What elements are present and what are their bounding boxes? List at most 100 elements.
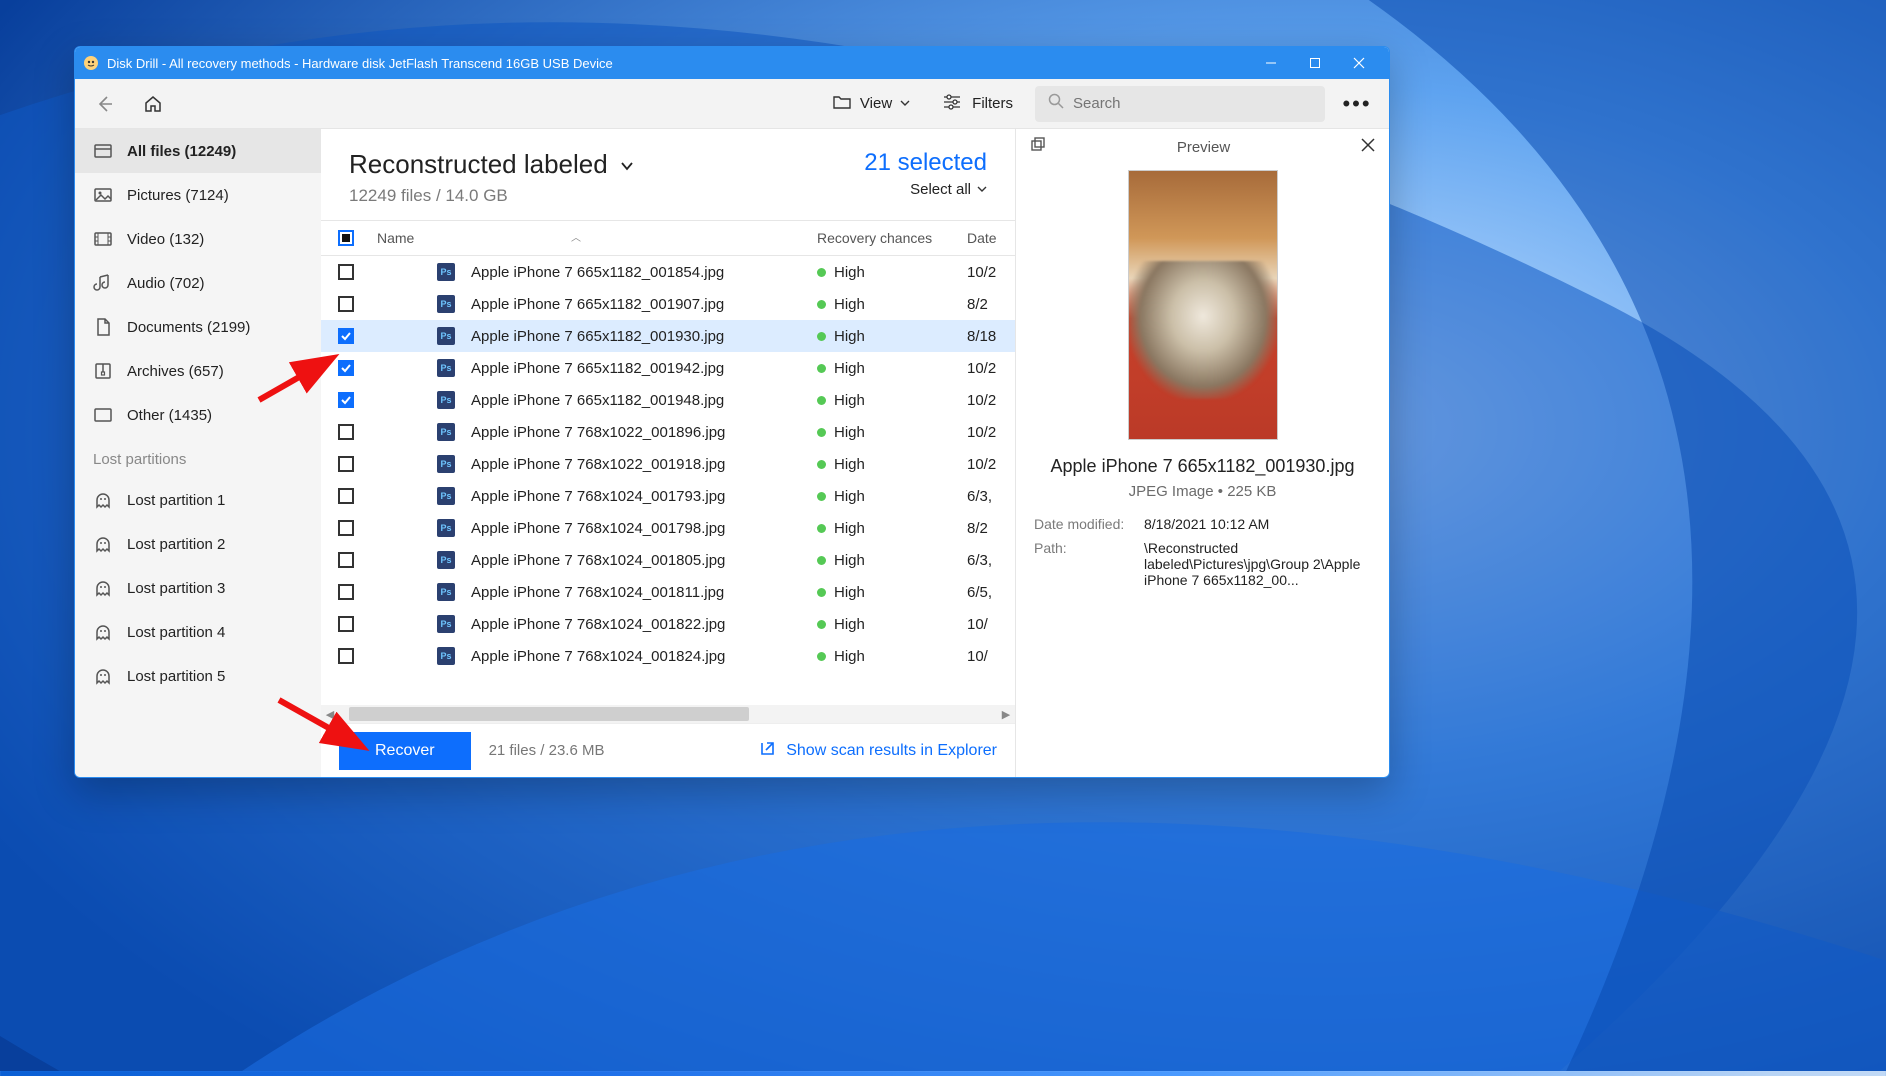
documents-icon [93,317,113,337]
back-button[interactable] [87,86,123,122]
column-recovery-header[interactable]: Recovery chances [817,230,967,246]
file-name: Apple iPhone 7 768x1024_001805.jpg [471,552,725,569]
ps-file-icon: Ps [437,487,455,505]
sidebar-lost-partition[interactable]: Lost partition 2 [75,522,321,566]
filters-button[interactable]: Filters [932,87,1023,121]
file-row[interactable]: PsApple iPhone 7 768x1024_001811.jpgHigh… [321,576,1015,608]
recovery-chance: High [834,296,865,313]
column-date-header[interactable]: Date [967,230,1015,246]
app-icon [83,55,99,71]
file-date: 8/18 [967,328,1015,345]
status-dot-icon [817,556,826,565]
row-checkbox[interactable] [338,488,354,504]
sidebar-item-video[interactable]: Video (132) [75,217,321,261]
horizontal-scrollbar[interactable]: ◀ ▶ [321,705,1015,723]
file-row[interactable]: PsApple iPhone 7 768x1022_001918.jpgHigh… [321,448,1015,480]
sidebar-item-all[interactable]: All files (12249) [75,129,321,173]
file-name: Apple iPhone 7 768x1022_001918.jpg [471,456,725,473]
file-name: Apple iPhone 7 768x1024_001824.jpg [471,648,725,665]
date-modified-value: 8/18/2021 10:12 AM [1144,516,1371,532]
sidebar-item-label: Lost partition 4 [127,624,225,641]
status-dot-icon [817,492,826,501]
file-row[interactable]: PsApple iPhone 7 665x1182_001942.jpgHigh… [321,352,1015,384]
preview-title: Preview [1046,139,1361,156]
ps-file-icon: Ps [437,263,455,281]
chevron-down-icon [977,181,987,198]
search-input[interactable] [1073,95,1313,112]
recovery-chance: High [834,328,865,345]
show-in-explorer-link[interactable]: Show scan results in Explorer [758,739,997,762]
ps-file-icon: Ps [437,551,455,569]
scroll-right-icon[interactable]: ▶ [997,708,1015,721]
row-checkbox[interactable] [338,424,354,440]
select-all-button[interactable]: Select all [864,181,987,198]
file-row[interactable]: PsApple iPhone 7 768x1024_001822.jpgHigh… [321,608,1015,640]
row-checkbox[interactable] [338,296,354,312]
ps-file-icon: Ps [437,295,455,313]
maximize-button[interactable] [1293,47,1337,79]
file-row[interactable]: PsApple iPhone 7 768x1024_001805.jpgHigh… [321,544,1015,576]
search-box[interactable] [1035,86,1325,122]
recovery-chance: High [834,488,865,505]
app-window: Disk Drill - All recovery methods - Hard… [74,46,1390,778]
file-date: 6/3, [967,488,1015,505]
file-row[interactable]: PsApple iPhone 7 768x1022_001896.jpgHigh… [321,416,1015,448]
status-dot-icon [817,300,826,309]
file-date: 10/ [967,616,1015,633]
row-checkbox[interactable] [338,520,354,536]
popout-icon[interactable] [1030,137,1046,158]
recovery-chance: High [834,648,865,665]
sidebar-lost-partition[interactable]: Lost partition 3 [75,566,321,610]
file-row[interactable]: Ps Apple iPhone 7 768x1024_001793.jpg High… [321,480,1015,512]
group-title-dropdown[interactable]: Reconstructed labeled [349,149,864,180]
chevron-down-icon [620,149,634,180]
home-button[interactable] [135,86,171,122]
file-name: Apple iPhone 7 768x1024_001793.jpg [471,488,725,505]
file-row[interactable]: PsApple iPhone 7 665x1182_001907.jpgHigh… [321,288,1015,320]
file-name: Apple iPhone 7 768x1024_001811.jpg [471,584,724,601]
sidebar-lost-partition[interactable]: Lost partition 4 [75,610,321,654]
row-checkbox[interactable] [338,552,354,568]
row-checkbox[interactable] [338,616,354,632]
row-checkbox[interactable] [338,584,354,600]
more-menu-button[interactable]: ••• [1337,91,1377,117]
minimize-button[interactable] [1249,47,1293,79]
row-checkbox[interactable] [338,264,354,280]
column-name-header[interactable]: Name︿ [371,230,817,246]
view-dropdown[interactable]: View [822,87,920,121]
other-icon [93,405,113,425]
file-list[interactable]: Ps Apple iPhone 7 665x1182_001854.jpg High… [321,256,1015,705]
sidebar-item-label: Pictures (7124) [127,187,229,204]
sidebar-lost-partition[interactable]: Lost partition 1 [75,478,321,522]
file-row[interactable]: PsApple iPhone 7 768x1024_001824.jpgHigh… [321,640,1015,672]
header-checkbox[interactable] [338,230,354,246]
selected-count: 21 selected [864,149,987,177]
row-checkbox[interactable] [338,456,354,472]
sliders-icon [942,93,962,115]
close-preview-button[interactable] [1361,138,1375,157]
ps-file-icon: Ps [437,423,455,441]
file-date: 8/2 [967,296,1015,313]
titlebar[interactable]: Disk Drill - All recovery methods - Hard… [75,47,1389,79]
preview-pane: Preview Apple iPhone 7 665x1182_001930.j… [1015,129,1389,777]
file-row[interactable]: PsApple iPhone 7 665x1182_001930.jpgHigh… [321,320,1015,352]
status-dot-icon [817,364,826,373]
status-dot-icon [817,396,826,405]
file-date: 10/2 [967,424,1015,441]
sort-caret-icon: ︿ [571,229,581,244]
sidebar-item-documents[interactable]: Documents (2199) [75,305,321,349]
sidebar-item-audio[interactable]: Audio (702) [75,261,321,305]
row-checkbox[interactable] [338,648,354,664]
sidebar-item-label: Lost partition 1 [127,492,225,509]
file-row[interactable]: PsApple iPhone 7 665x1182_001854.jpgHigh… [321,256,1015,288]
ghost-icon [93,666,113,686]
close-button[interactable] [1337,47,1381,79]
main-content: Reconstructed labeled 12249 files / 14.0… [321,129,1015,777]
file-row[interactable]: PsApple iPhone 7 768x1024_001798.jpgHigh… [321,512,1015,544]
row-checkbox[interactable] [338,328,354,344]
path-label: Path: [1034,540,1144,588]
file-name: Apple iPhone 7 665x1182_001854.jpg [471,264,724,281]
file-row[interactable]: PsApple iPhone 7 665x1182_001948.jpgHigh… [321,384,1015,416]
sidebar-item-pictures[interactable]: Pictures (7124) [75,173,321,217]
scrollbar-thumb[interactable] [349,707,749,721]
